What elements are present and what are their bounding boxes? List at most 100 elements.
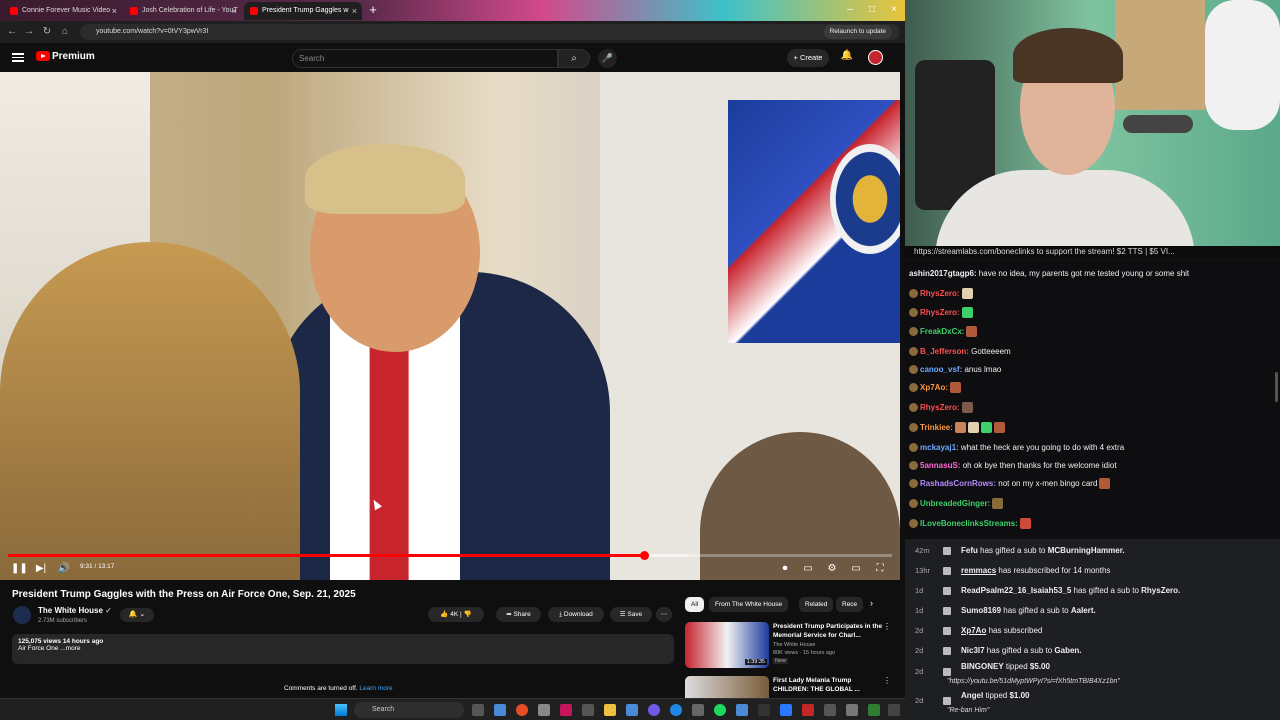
chat-username[interactable]: mckayaj1: (920, 443, 959, 452)
more-actions-icon[interactable]: ⋯ (656, 607, 672, 622)
close-tab-icon[interactable]: × (112, 2, 117, 20)
close-window-icon[interactable]: × (886, 3, 902, 17)
windows-start-icon[interactable] (335, 704, 347, 716)
channel-name[interactable]: The White House ✓ (38, 606, 112, 615)
chat-username[interactable]: B_Jefferson: (920, 347, 969, 356)
subscribe-bell-dropdown[interactable]: 🔔 ⌄ (120, 608, 154, 622)
chip-from-channel[interactable]: From The White House (709, 597, 789, 612)
video-player[interactable]: ❚❚ ▶| 🔊 9:31 / 13:17 ⏺ ▭ ⚙ ▭ ⛶ (0, 72, 900, 580)
taskbar-app-icon[interactable] (824, 704, 836, 716)
progress-bar[interactable] (8, 551, 892, 560)
chat-username[interactable]: FreakDxCx: (920, 327, 964, 336)
learn-more-link[interactable]: Learn more (359, 685, 392, 692)
pause-icon[interactable]: ❚❚ (11, 562, 28, 576)
activity-item[interactable]: 2d BINGONEY tipped $5.00 "https://youtu.be… (909, 662, 1277, 689)
taskbar-app-icon[interactable] (692, 704, 704, 716)
chat-username[interactable]: 5annasuS: (920, 461, 960, 470)
taskbar-app-icon[interactable] (780, 704, 792, 716)
activity-item[interactable]: 42m Fefu has gifted a sub to MCBurningHam… (909, 542, 1277, 560)
search-input[interactable]: Search (292, 49, 558, 68)
taskbar-app-icon[interactable] (582, 704, 594, 716)
chat-username[interactable]: Trinkiee: (920, 423, 953, 432)
forward-icon[interactable]: → (22, 25, 36, 39)
taskbar-app-icon[interactable] (846, 704, 858, 716)
chat-scrollbar[interactable] (1275, 372, 1278, 402)
taskbar-app-icon[interactable] (560, 704, 572, 716)
share-button[interactable]: ➦ Share (496, 607, 541, 622)
theater-mode-icon[interactable]: ▭ (849, 562, 863, 576)
volume-icon[interactable]: 🔊 (57, 562, 71, 576)
youtube-premium-logo[interactable]: Premium (52, 51, 95, 62)
maximize-icon[interactable]: □ (864, 3, 880, 17)
save-button[interactable]: ☰ Save (610, 607, 652, 622)
close-tab-icon[interactable]: × (232, 2, 237, 20)
taskbar-app-icon[interactable] (494, 704, 506, 716)
next-icon[interactable]: ▶| (34, 562, 48, 576)
chip-all[interactable]: All (685, 597, 705, 612)
taskbar-app-icon[interactable] (888, 704, 900, 716)
settings-gear-icon[interactable]: ⚙ (825, 562, 839, 576)
autoplay-toggle-icon[interactable]: ⏺ (776, 562, 794, 576)
replay-alert-icon[interactable] (943, 647, 951, 655)
chat-username[interactable]: Xp7Ao: (920, 383, 948, 392)
chat-username[interactable]: ashin2017gtagp6: (909, 269, 977, 278)
microphone-icon[interactable]: 🎤 (598, 49, 617, 68)
tab-trump-gaggle[interactable]: President Trump Gaggles w × (244, 2, 362, 20)
taskbar-app-icon[interactable] (736, 704, 748, 716)
taskbar-search-input[interactable]: Search (354, 702, 464, 718)
youtube-logo-icon[interactable] (36, 51, 50, 61)
search-icon[interactable]: ⌕ (558, 49, 590, 68)
relaunch-button[interactable]: Relaunch to update (823, 25, 892, 39)
url-field[interactable]: youtube.com/watch?v=0tVY3pwVr3I Relaunch… (80, 24, 900, 40)
chat-username[interactable]: canoo_vsf: (920, 365, 962, 374)
activity-item[interactable]: 1d ReadPsalm22_16_Isaiah53_5 has gifted a… (909, 582, 1277, 600)
menu-icon[interactable] (12, 51, 24, 63)
more-options-icon[interactable]: ⋮ (883, 676, 891, 685)
tab-josh[interactable]: Josh Celebration of Life - YouT × (124, 2, 242, 20)
file-explorer-icon[interactable] (604, 704, 616, 716)
chrome-icon[interactable] (516, 704, 528, 716)
channel-avatar[interactable] (13, 606, 31, 624)
taskbar-app-icon[interactable] (802, 704, 814, 716)
more-options-icon[interactable]: ⋮ (883, 622, 891, 631)
chat-username[interactable]: RhysZero: (920, 308, 960, 317)
activity-item[interactable]: 1d Sumo8169 has gifted a sub to Aalert. (909, 602, 1277, 620)
replay-alert-icon[interactable] (943, 607, 951, 615)
captions-icon[interactable]: ▭ (801, 562, 815, 576)
like-button[interactable]: 👍 4K | 👎 (428, 607, 484, 622)
new-tab-button[interactable]: + (366, 3, 380, 17)
minimize-icon[interactable]: – (842, 3, 858, 17)
notifications-bell-icon[interactable]: 🔔 (840, 50, 854, 64)
taskbar-app-icon[interactable] (758, 704, 770, 716)
replay-alert-icon[interactable] (943, 567, 951, 575)
chat-username[interactable]: UnbreadedGinger: (920, 499, 990, 508)
chips-next-icon[interactable]: › (870, 598, 873, 608)
fullscreen-icon[interactable]: ⛶ (873, 562, 887, 576)
chat-username[interactable]: RhysZero: (920, 403, 960, 412)
back-icon[interactable]: ← (5, 25, 19, 39)
edge-icon[interactable] (670, 704, 682, 716)
activity-item[interactable]: 13hr remmacs has resubscribed for 14 mont… (909, 562, 1277, 580)
chip-recent[interactable]: Rece (836, 597, 864, 612)
chat-username[interactable]: RhysZero: (920, 289, 960, 298)
create-button[interactable]: + Create (787, 49, 829, 67)
taskbar-app-icon[interactable] (626, 704, 638, 716)
recommendation-item[interactable]: First Lady Melania Trump CHILDREN: THE G… (685, 676, 895, 698)
description-box[interactable]: 125,075 views 14 hours ago Air Force One… (12, 634, 674, 664)
reload-icon[interactable]: ↻ (40, 25, 54, 39)
replay-alert-icon[interactable] (943, 587, 951, 595)
close-tab-icon[interactable]: × (352, 2, 357, 20)
activity-item[interactable]: 2d Xp7Ao has subscribed (909, 622, 1277, 640)
taskbar-app-icon[interactable] (868, 704, 880, 716)
taskbar-app-icon[interactable] (648, 704, 660, 716)
download-button[interactable]: ⤓ Download (548, 607, 604, 622)
home-icon[interactable]: ⌂ (58, 25, 72, 39)
chat-username[interactable]: ILoveBoneclinksStreams: (920, 519, 1018, 528)
avatar[interactable] (868, 50, 883, 65)
taskbar-app-icon[interactable] (538, 704, 550, 716)
tab-connie[interactable]: Connie Forever Music Video - × (4, 2, 122, 20)
chip-related[interactable]: Related (799, 597, 834, 612)
recommendation-item[interactable]: 1:39:35 President Trump Participates in … (685, 622, 895, 670)
activity-item[interactable]: 2d Angel tipped $1.00 "Re-ban Him" (909, 691, 1277, 718)
spotify-icon[interactable] (714, 704, 726, 716)
